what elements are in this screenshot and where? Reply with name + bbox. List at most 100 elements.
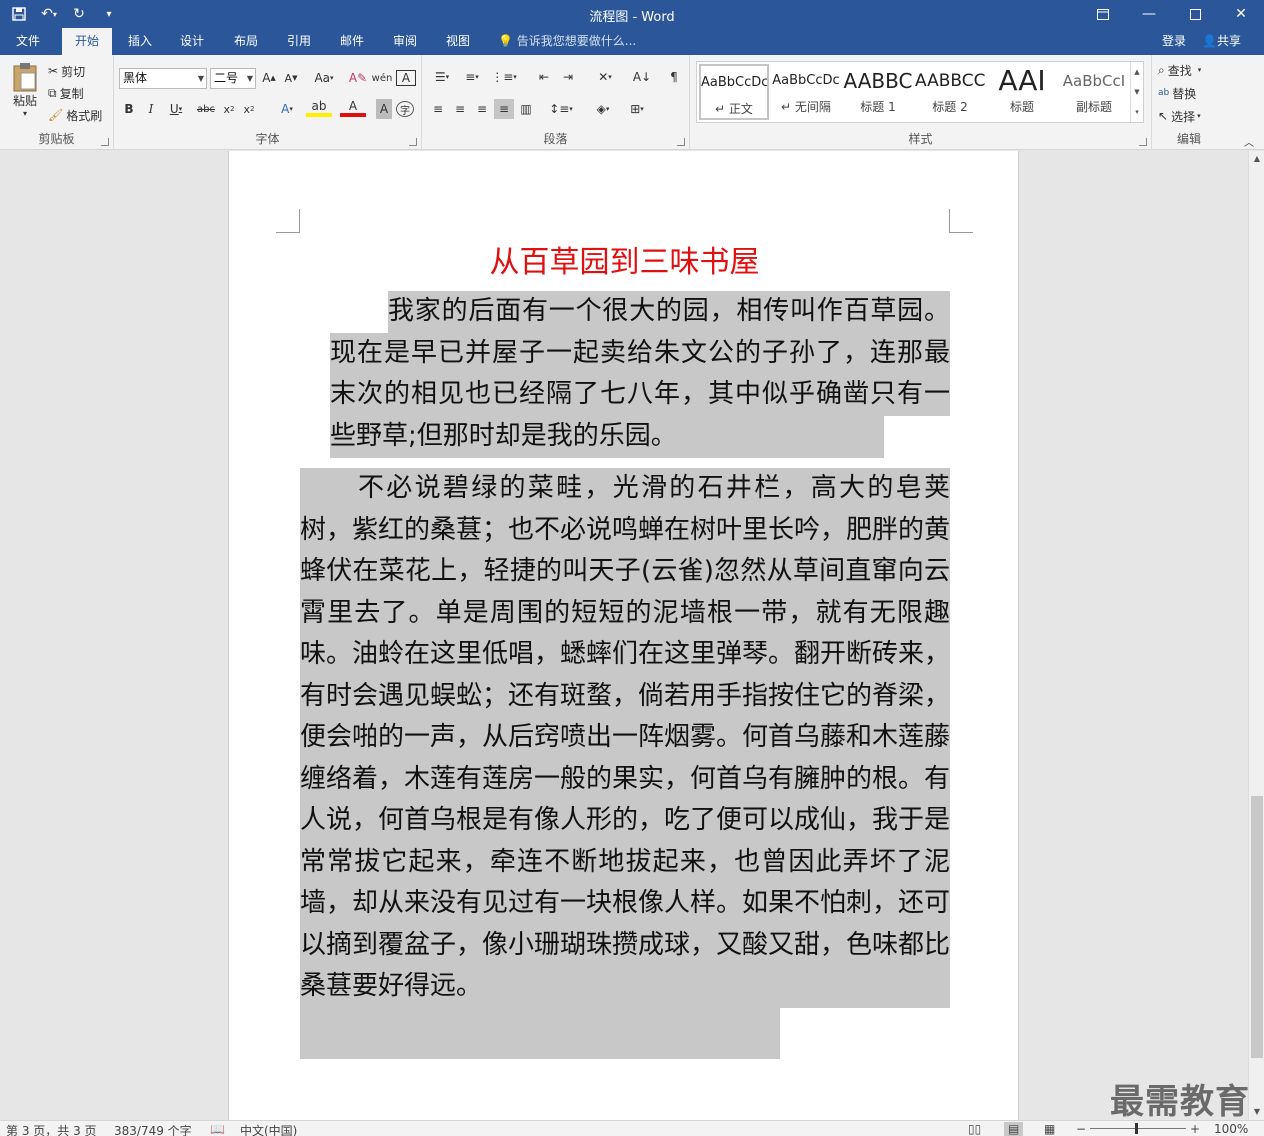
font-launcher-icon[interactable] (409, 138, 417, 146)
strikethrough-icon[interactable]: abc (194, 99, 218, 119)
shrink-font-icon[interactable]: A ▼ (282, 68, 300, 88)
replace-label: 替换 (1172, 86, 1197, 101)
scroll-up-icon[interactable]: ▲ (1249, 151, 1264, 167)
copy-button[interactable]: ⧉ 复制 (48, 83, 108, 103)
character-border-icon[interactable]: A (396, 70, 416, 86)
page-count[interactable]: 第 3 页，共 3 页 (6, 1122, 97, 1136)
chevron-down-icon: ▼ (246, 74, 253, 83)
styles-launcher-icon[interactable] (1139, 138, 1147, 146)
tab-mailings[interactable]: 邮件 (328, 28, 376, 55)
scroll-thumb[interactable] (1251, 796, 1263, 1058)
multilevel-list-icon[interactable]: ⋮≡ ▾ (488, 67, 520, 87)
font-name-combo[interactable]: 黑体 ▼ (119, 68, 207, 89)
title-bar: ↶ ▾ ↻ ▾ 流程图 - Word — ✕ (0, 0, 1264, 28)
zoom-slider[interactable] (1090, 1128, 1186, 1129)
replace-button[interactable]: ab 替换 (1158, 83, 1222, 103)
share-button[interactable]: 👤共享 (1202, 28, 1241, 55)
print-layout-icon[interactable]: ▤ (1004, 1122, 1024, 1136)
bullets-icon[interactable]: ☰ ▾ (428, 67, 456, 87)
font-size-combo[interactable]: 二号 ▼ (210, 68, 256, 89)
line-spacing-icon[interactable]: ↕≡ ▾ (546, 99, 576, 119)
watermark: 最需教育 (1110, 1082, 1250, 1122)
asian-layout-icon[interactable]: ✕ ▾ (590, 67, 620, 87)
zoom-out-icon[interactable]: − (1076, 1122, 1086, 1136)
align-center-icon[interactable]: ≡ (450, 99, 470, 119)
cut-button[interactable]: ✂ 剪切 (48, 61, 108, 81)
zoom-in-icon[interactable]: + (1190, 1122, 1200, 1136)
phonetic-guide-icon[interactable]: wén (372, 68, 393, 88)
borders-icon[interactable]: ⊞ ▾ (622, 99, 652, 119)
distributed-icon[interactable]: ▥ (516, 99, 536, 119)
style-normal[interactable]: AaBbCcDc ↵ 正文 (699, 64, 769, 120)
bold-icon[interactable]: B (120, 99, 138, 119)
tab-design[interactable]: 设计 (168, 28, 216, 55)
tab-view[interactable]: 视图 (434, 28, 482, 55)
align-left-icon[interactable]: ≡ (428, 99, 448, 119)
decrease-indent-icon[interactable]: ⇤ (534, 67, 554, 87)
paintbrush-icon: 🖌 (48, 108, 64, 122)
style-no-spacing[interactable]: AaBbCcDc ↵ 无间隔 (771, 64, 841, 120)
superscript-icon[interactable]: x2 (240, 99, 258, 119)
select-button[interactable]: ↖ 选择 ▾ (1158, 106, 1222, 126)
sign-in-link[interactable]: 登录 (1162, 28, 1186, 55)
close-icon[interactable]: ✕ (1218, 0, 1264, 28)
style-heading-1[interactable]: AABBC 标题 1 (843, 64, 913, 120)
tab-home[interactable]: 开始 (62, 28, 112, 55)
sort-icon[interactable]: A↓ (632, 67, 652, 87)
clear-formatting-icon[interactable]: A✎ (348, 68, 368, 88)
styles-gallery: AaBbCcDc ↵ 正文 AaBbCcDc ↵ 无间隔 AABBC 标题 1 … (696, 61, 1144, 123)
zoom-level[interactable]: 100% (1214, 1122, 1248, 1136)
editing-group: ⌕ 查找 ▾ ab 替换 ↖ 选择 ▾ 编辑 (1152, 55, 1226, 150)
increase-indent-icon[interactable]: ⇥ (558, 67, 578, 87)
style-heading-2[interactable]: AABBCC 标题 2 (915, 64, 985, 120)
select-label: 选择 (1171, 109, 1196, 124)
web-layout-icon[interactable]: ▦ (1044, 1122, 1055, 1136)
zoom-slider-thumb[interactable] (1135, 1123, 1138, 1134)
find-button[interactable]: ⌕ 查找 ▾ (1158, 60, 1222, 80)
justify-icon[interactable]: ≡ (494, 99, 514, 119)
grow-font-icon[interactable]: A ▲ (260, 68, 278, 88)
ribbon-display-options-icon[interactable] (1080, 0, 1126, 28)
language-indicator[interactable]: 中文(中国) (240, 1122, 297, 1136)
styles-group-label: 样式 (908, 132, 933, 146)
document-page[interactable]: 从百草园到三味书屋 我家的后面有一个很大的园，相传叫作百草园。现在是早已并屋子一… (228, 151, 1019, 1120)
subscript-icon[interactable]: x2 (220, 99, 238, 119)
document-title: 从百草园到三味书屋 (489, 245, 760, 280)
collapse-ribbon-icon[interactable]: ︿ (1240, 131, 1258, 151)
tell-me-search[interactable]: 💡 告诉我您想要做什么... (498, 28, 636, 55)
tab-references[interactable]: 引用 (275, 28, 323, 55)
italic-icon[interactable]: I (142, 99, 160, 119)
window-title: 流程图 - Word (589, 10, 675, 25)
style-name: 标题 1 (860, 100, 896, 114)
maximize-icon[interactable] (1172, 0, 1218, 28)
vertical-scrollbar[interactable]: ▲ ▼ (1248, 151, 1264, 1120)
tab-file[interactable]: 文件 (0, 28, 56, 55)
show-marks-icon[interactable]: ¶ (664, 67, 684, 87)
minimize-icon[interactable]: — (1126, 0, 1172, 28)
tab-insert[interactable]: 插入 (116, 28, 164, 55)
enclose-characters-icon[interactable]: 字 (396, 101, 414, 117)
character-shading-icon[interactable]: A (376, 99, 392, 119)
numbering-icon[interactable]: ≡ ▾ (458, 67, 486, 87)
highlight-color-icon[interactable]: ab (306, 99, 332, 117)
style-title[interactable]: AAI 标题 (987, 64, 1057, 120)
tab-review[interactable]: 审阅 (381, 28, 429, 55)
scroll-down-icon[interactable]: ▼ (1249, 1104, 1264, 1120)
clipboard-launcher-icon[interactable] (101, 138, 109, 146)
align-right-icon[interactable]: ≡ (472, 99, 492, 119)
paste-button[interactable]: 粘贴 ▾ (8, 61, 42, 119)
proofing-icon[interactable]: 📖 (210, 1122, 225, 1136)
style-subtitle[interactable]: AaBbCcI 副标题 (1059, 64, 1129, 120)
format-painter-button[interactable]: 🖌 格式刷 (48, 105, 112, 125)
change-case-button[interactable]: Aa ▾ (310, 68, 338, 88)
word-count[interactable]: 383/749 个字 (114, 1122, 192, 1136)
shading-icon[interactable]: ◈ ▾ (588, 99, 618, 119)
paragraph-launcher-icon[interactable] (677, 138, 685, 146)
styles-scroll[interactable]: ▲ ▼ ▾ (1130, 62, 1143, 122)
tell-me-text: 告诉我您想要做什么... (516, 34, 637, 48)
tab-layout[interactable]: 布局 (222, 28, 270, 55)
underline-icon[interactable]: U ▾ (164, 99, 188, 119)
read-mode-icon[interactable]: ▯▯ (968, 1122, 981, 1136)
font-color-icon[interactable]: A (340, 99, 366, 117)
text-effects-icon[interactable]: A ▾ (274, 99, 300, 119)
